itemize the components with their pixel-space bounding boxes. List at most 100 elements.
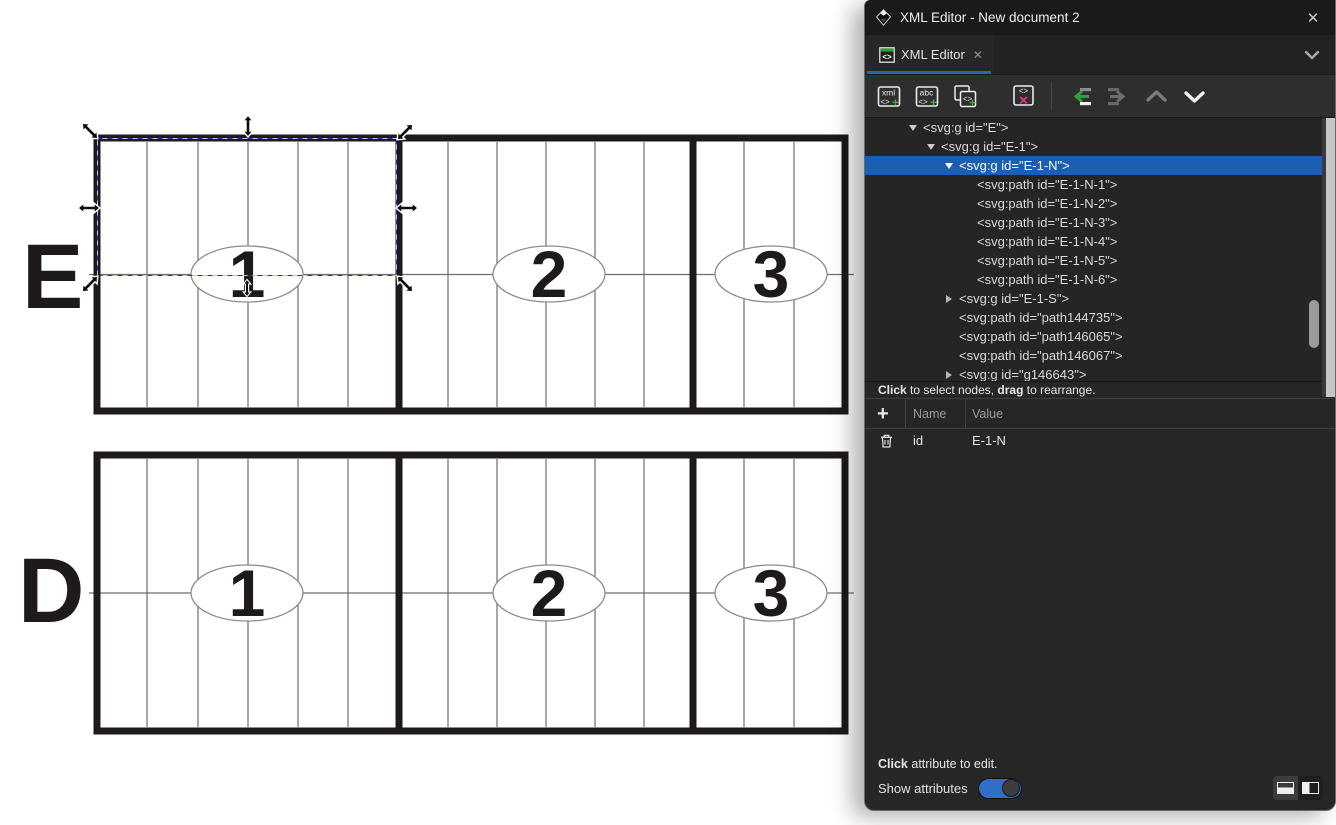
window-scrollbar-strip[interactable] (1322, 118, 1335, 397)
expander-open-icon[interactable] (942, 163, 955, 169)
trash-icon[interactable] (879, 433, 894, 449)
dialog-titlebar[interactable]: XML Editor - New document 2 ✕ (865, 0, 1335, 35)
delete-node-icon: <> ✕ (1010, 83, 1037, 110)
unindent-node-icon (1067, 83, 1094, 110)
panel-layout-buttons (1273, 776, 1323, 800)
new-element-node-button[interactable]: xml <> + (873, 80, 905, 112)
figure-d-number-1[interactable]: 1 (229, 556, 266, 630)
inkscape-logo-icon (875, 9, 892, 26)
move-node-up-icon (1143, 83, 1170, 110)
tree-node-label: <svg:path id="E-1-N-1"> (977, 177, 1117, 192)
figure-d[interactable]: D 1 2 3 (18, 455, 854, 731)
tree-node-label: <svg:g id="E"> (923, 120, 1008, 135)
layout-horizontal-split-button[interactable] (1273, 776, 1298, 800)
unindent-node-button[interactable] (1064, 80, 1096, 112)
new-element-node-icon: xml <> + (876, 83, 903, 110)
move-node-down-button[interactable] (1178, 80, 1210, 112)
figure-e-label[interactable]: E (22, 226, 83, 328)
figure-e-number-3[interactable]: 3 (753, 237, 790, 311)
svg-text:✕: ✕ (1018, 93, 1028, 107)
figure-e-markers[interactable]: 1 2 3 (191, 237, 827, 311)
figure-d-label[interactable]: D (18, 540, 84, 642)
tree-node[interactable]: <svg:g id="E-1-S"> (865, 289, 1335, 308)
tree-node[interactable]: <svg:path id="E-1-N-4"> (865, 232, 1335, 251)
move-node-up-button[interactable] (1140, 80, 1172, 112)
attribute-row[interactable]: id E-1-N (865, 429, 1335, 452)
attribute-hint-bold-click: Click (878, 757, 908, 771)
indent-node-icon (1105, 83, 1132, 110)
figure-e[interactable]: E 1 2 3 (22, 138, 854, 411)
tree-node-label: <svg:path id="path146065"> (959, 329, 1123, 344)
new-text-node-button[interactable]: abc <> + (911, 80, 943, 112)
figure-d-number-3[interactable]: 3 (753, 556, 790, 630)
tree-node[interactable]: <svg:path id="E-1-N-3"> (865, 213, 1335, 232)
tab-xml-editor[interactable]: <> XML Editor ✕ (865, 35, 993, 74)
indent-node-button[interactable] (1102, 80, 1134, 112)
dialog-title: XML Editor - New document 2 (900, 10, 1301, 25)
scale-handle-top[interactable] (243, 115, 253, 137)
tree-node[interactable]: <svg:path id="E-1-N-2"> (865, 194, 1335, 213)
figure-e-number-1[interactable]: 1 (229, 237, 266, 311)
attributes-name-header: Name (906, 399, 966, 428)
expander-closed-icon[interactable] (942, 371, 955, 379)
scale-handle-left[interactable] (78, 203, 100, 213)
tree-node[interactable]: <svg:path id="path144735"> (865, 308, 1335, 327)
horizontal-split-icon (1277, 782, 1294, 794)
scale-handle-right[interactable] (396, 203, 418, 213)
tree-node-selected[interactable]: <svg:g id="E-1-N"> (865, 156, 1335, 175)
expander-open-icon[interactable] (906, 125, 919, 131)
delete-node-button[interactable]: <> ✕ (1007, 80, 1039, 112)
tree-node[interactable]: <svg:path id="E-1-N-1"> (865, 175, 1335, 194)
tree-hint-text-2: to rearrange. (1023, 383, 1095, 397)
tree-node-label: <svg:path id="E-1-N-5"> (977, 253, 1117, 268)
svg-text:+: + (929, 95, 936, 109)
expander-open-icon[interactable] (924, 144, 937, 150)
tree-node[interactable]: <svg:path id="E-1-N-6"> (865, 270, 1335, 289)
duplicate-node-button[interactable]: <> + (949, 80, 981, 112)
tree-node-label: <svg:path id="E-1-N-2"> (977, 196, 1117, 211)
attribute-name[interactable]: id (906, 433, 966, 448)
tree-node[interactable]: <svg:path id="E-1-N-5"> (865, 251, 1335, 270)
tab-overflow-chevron-icon[interactable] (1303, 49, 1321, 61)
tree-node-label: <svg:path id="path144735"> (959, 310, 1123, 325)
dialog-footer: Show attributes (865, 774, 1335, 810)
attributes-empty-area (865, 452, 1335, 754)
duplicate-node-icon: <> + (952, 83, 979, 110)
tree-scrollbar-thumb[interactable] (1309, 300, 1319, 348)
svg-text:<>: <> (880, 97, 890, 106)
figure-d-number-2[interactable]: 2 (531, 556, 568, 630)
svg-text:+: + (891, 95, 898, 109)
toolbar-separator (1051, 83, 1052, 109)
layout-vertical-split-button[interactable] (1298, 776, 1323, 800)
tree-node-label: <svg:g id="g146643"> (959, 367, 1086, 381)
tab-label: XML Editor (901, 47, 965, 62)
tree-node[interactable]: <svg:g id="E-1"> (865, 137, 1335, 156)
attribute-hint-text: Click attribute to edit. (865, 754, 1335, 774)
drawing-canvas[interactable]: E 1 2 3 D (0, 0, 877, 820)
figure-d-markers[interactable]: 1 2 3 (191, 556, 827, 630)
xml-node-tree[interactable]: <svg:g id="E"> <svg:g id="E-1"> <svg:g i… (865, 118, 1335, 381)
tree-node[interactable]: <svg:path id="path146065"> (865, 327, 1335, 346)
attribute-value[interactable]: E-1-N (966, 433, 1335, 448)
tree-node-label: <svg:path id="E-1-N-3"> (977, 215, 1117, 230)
expander-closed-icon[interactable] (942, 295, 955, 303)
tree-node[interactable]: <svg:g id="E"> (865, 118, 1335, 137)
tab-close-icon[interactable]: ✕ (971, 48, 983, 62)
add-attribute-button[interactable]: + (865, 399, 905, 428)
tree-node[interactable]: <svg:path id="path146067"> (865, 346, 1335, 365)
svg-text:+: + (969, 97, 975, 109)
dialog-close-button[interactable]: ✕ (1301, 9, 1325, 27)
figure-e-number-2[interactable]: 2 (531, 237, 568, 311)
active-tab-underline (867, 71, 991, 74)
tab-bar: <> XML Editor ✕ (865, 35, 1335, 75)
show-attributes-toggle[interactable] (978, 778, 1022, 799)
attributes-value-header: Value (966, 399, 1335, 428)
xml-toolbar: xml <> + abc <> + <> + (865, 75, 1335, 118)
show-attributes-label: Show attributes (878, 781, 968, 796)
tree-node[interactable]: <svg:g id="g146643"> (865, 365, 1335, 381)
scale-handle-nw[interactable] (79, 120, 102, 143)
attribute-hint-rest: attribute to edit. (908, 757, 998, 771)
xml-editor-tab-icon: <> (879, 47, 895, 63)
svg-drawing[interactable]: E 1 2 3 D (0, 0, 877, 820)
tree-node-label: <svg:g id="E-1-N"> (959, 158, 1070, 173)
